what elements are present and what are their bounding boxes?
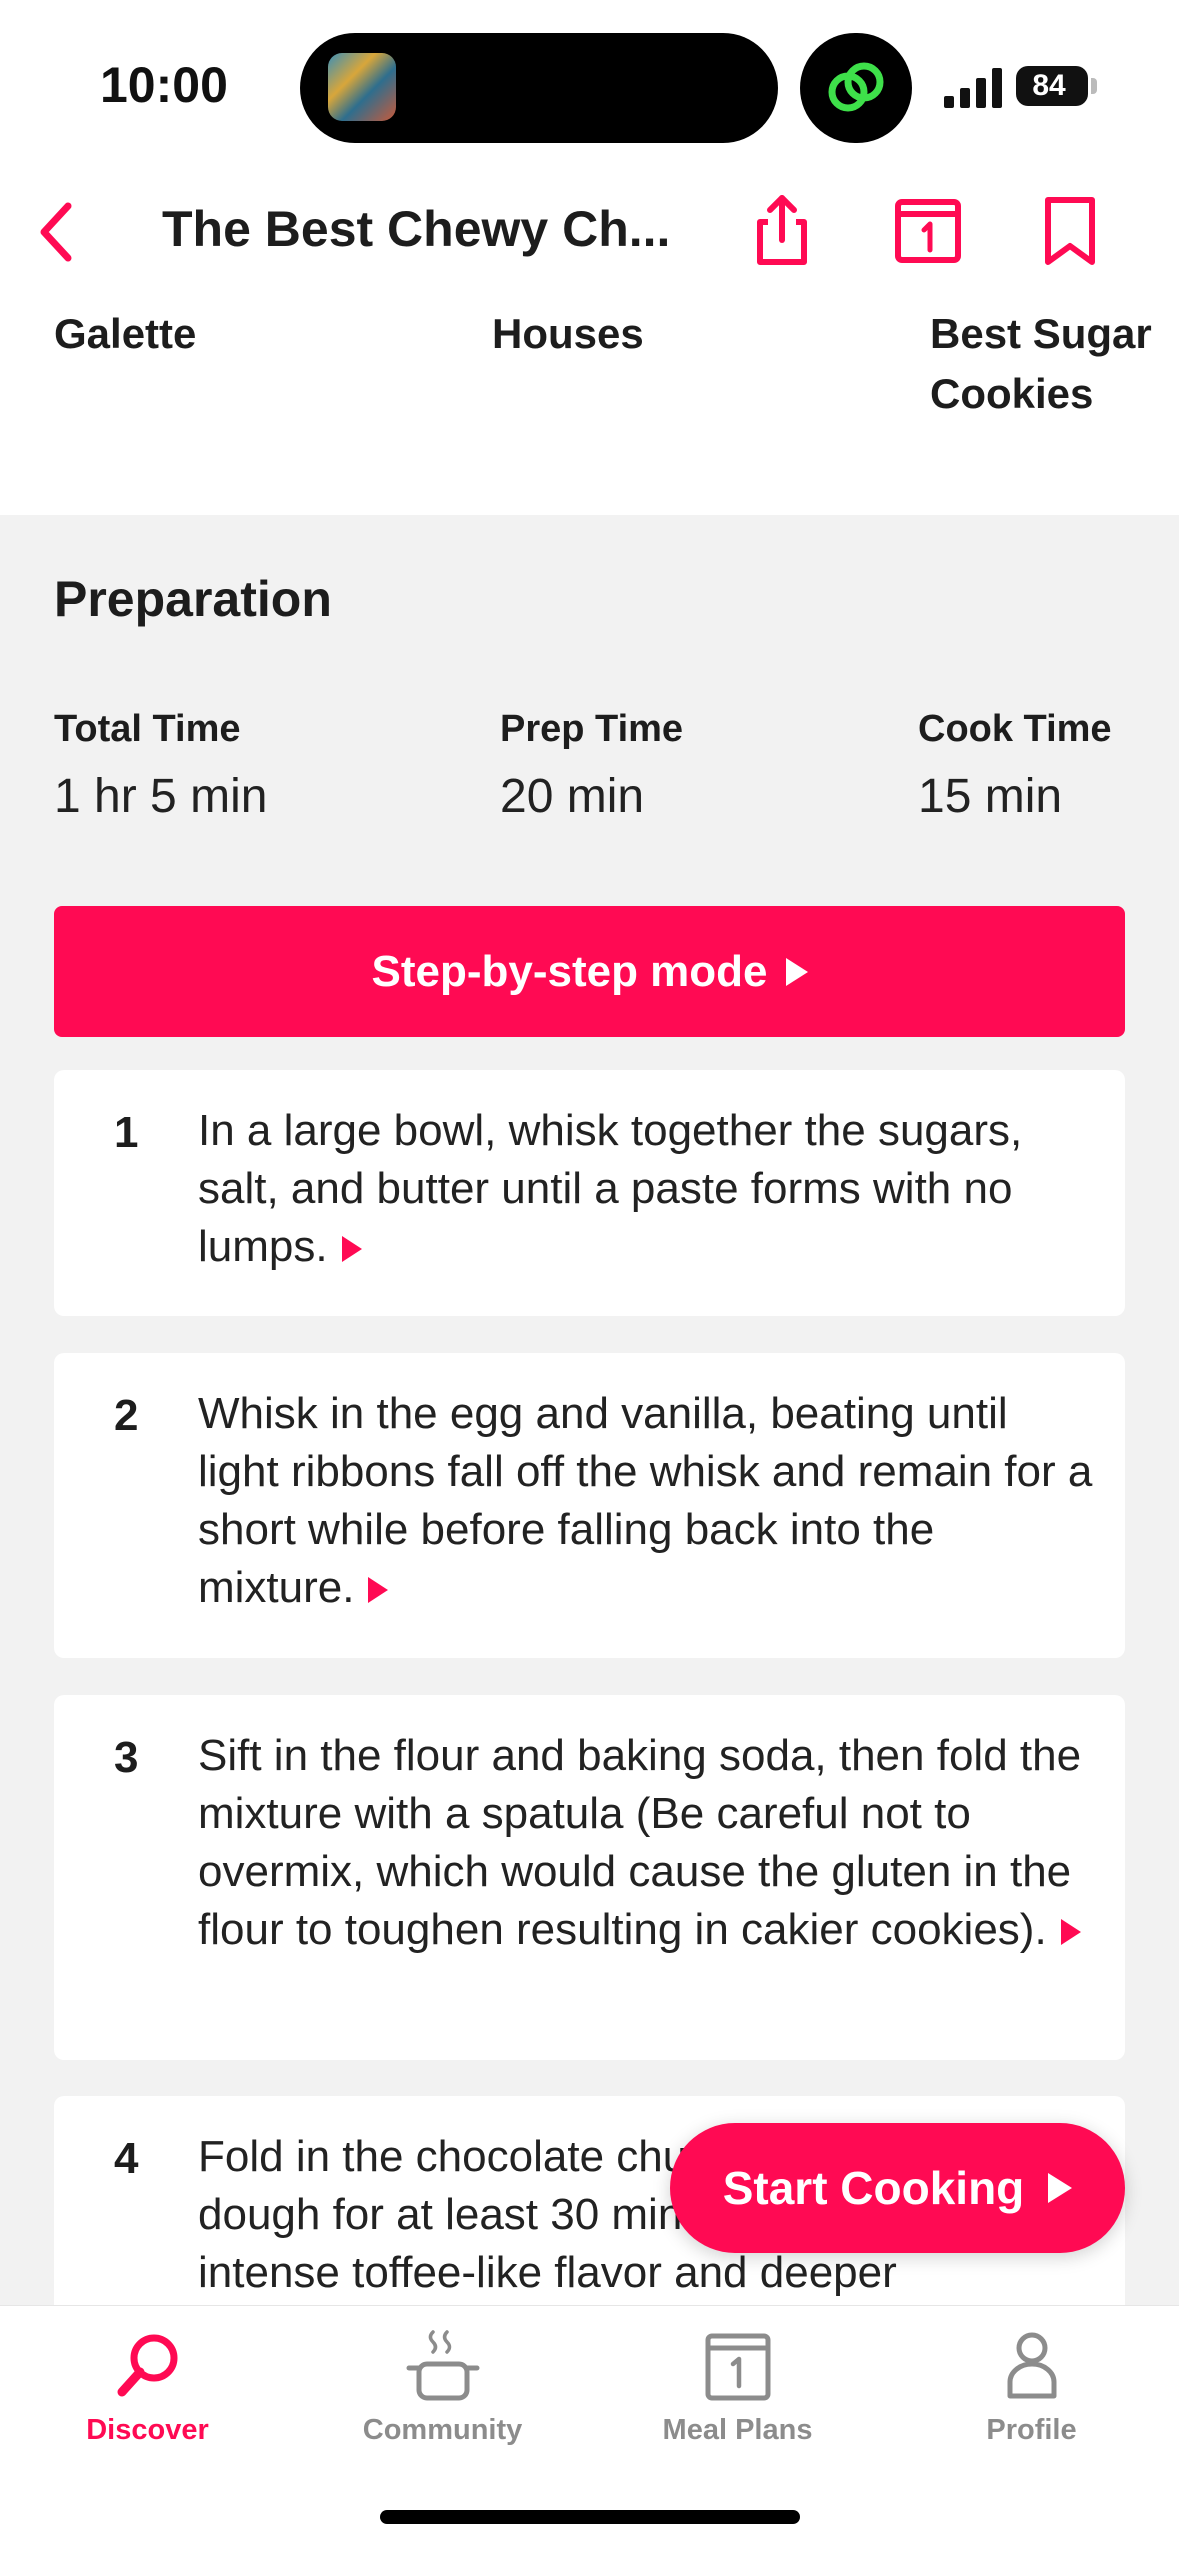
time-value: 15 min xyxy=(918,770,1063,823)
play-icon xyxy=(1048,2173,1073,2203)
discover-search-icon xyxy=(117,2334,177,2397)
tab-label: Profile xyxy=(986,2414,1077,2446)
battery-tip xyxy=(1091,78,1097,94)
recipe-nav-bar: The Best Chewy Ch... xyxy=(0,170,1179,290)
live-activity-icon xyxy=(800,33,912,143)
cook-time: Cook Time 15 min xyxy=(918,708,1112,824)
play-icon xyxy=(785,957,808,986)
total-time: Total Time 1 hr 5 min xyxy=(54,708,267,824)
step-number: 1 xyxy=(114,1108,139,1157)
step-number: 4 xyxy=(114,2134,139,2183)
step-mode-label: Step-by-step mode xyxy=(371,946,768,996)
start-cooking-label: Start Cooking xyxy=(722,2162,1025,2214)
prep-time: Prep Time 20 min xyxy=(500,708,683,824)
cellular-signal-icon xyxy=(944,68,1002,108)
step-text: Sift in the flour and baking soda, then … xyxy=(198,1727,1098,1959)
meal-plan-calendar-icon[interactable] xyxy=(886,188,970,272)
battery-level: 84 xyxy=(1032,69,1066,102)
tab-profile[interactable]: Profile xyxy=(884,2326,1179,2447)
cooking-pot-icon xyxy=(406,2330,479,2401)
step-card[interactable]: 3 Sift in the flour and baking soda, the… xyxy=(54,1695,1125,2060)
profile-icon xyxy=(1007,2332,1056,2399)
time-label: Total Time xyxy=(54,708,241,750)
status-bar: 10:00 84 xyxy=(0,0,1179,170)
related-recipe-title[interactable]: Houses xyxy=(492,304,644,364)
now-playing-artwork xyxy=(328,53,396,121)
step-text-content: In a large bowl, whisk together the suga… xyxy=(198,1106,1023,1271)
step-card[interactable]: 1 In a large bowl, whisk together the su… xyxy=(54,1070,1125,1316)
step-play-icon[interactable] xyxy=(1060,1919,1081,1946)
bookmark-icon[interactable] xyxy=(1028,188,1112,272)
step-text-content: Whisk in the egg and vanilla, beating un… xyxy=(198,1389,1093,1612)
status-time: 10:00 xyxy=(100,57,228,113)
tab-community[interactable]: Community xyxy=(295,2326,590,2447)
step-text-content: Sift in the flour and baking soda, then … xyxy=(198,1731,1082,1954)
step-play-icon[interactable] xyxy=(341,1236,362,1263)
related-recipes-strip: Galette Houses Best Sugar Cookies xyxy=(0,290,1179,515)
step-number: 3 xyxy=(114,1733,139,1782)
step-by-step-mode-button[interactable]: Step-by-step mode xyxy=(54,906,1125,1037)
tab-label: Discover xyxy=(86,2414,209,2446)
battery-icon: 84 xyxy=(1016,66,1088,106)
time-label: Prep Time xyxy=(500,708,684,750)
step-text: Whisk in the egg and vanilla, beating un… xyxy=(198,1385,1098,1617)
dynamic-island xyxy=(300,33,778,143)
related-recipe-title[interactable]: Galette xyxy=(54,304,196,364)
related-recipe-title[interactable]: Best Sugar Cookies xyxy=(930,304,1179,424)
step-text: In a large bowl, whisk together the suga… xyxy=(198,1102,1098,1276)
time-value: 1 hr 5 min xyxy=(54,770,268,823)
recipe-title: The Best Chewy Ch... xyxy=(162,201,671,257)
tab-meal-plans[interactable]: Meal Plans xyxy=(590,2326,885,2447)
preparation-heading: Preparation xyxy=(54,571,332,627)
tab-discover[interactable]: Discover xyxy=(0,2326,295,2447)
share-icon[interactable] xyxy=(740,188,824,272)
calendar-icon xyxy=(705,2333,770,2401)
step-play-icon[interactable] xyxy=(368,1577,389,1604)
tab-label: Community xyxy=(362,2414,523,2446)
step-number: 2 xyxy=(114,1391,139,1440)
step-card[interactable]: 2 Whisk in the egg and vanilla, beating … xyxy=(54,1353,1125,1658)
time-value: 20 min xyxy=(500,770,645,823)
start-cooking-button[interactable]: Start Cooking xyxy=(670,2123,1125,2253)
home-indicator[interactable] xyxy=(380,2510,800,2524)
time-label: Cook Time xyxy=(918,708,1112,750)
tab-label: Meal Plans xyxy=(662,2414,813,2446)
back-chevron-icon[interactable] xyxy=(18,192,98,272)
